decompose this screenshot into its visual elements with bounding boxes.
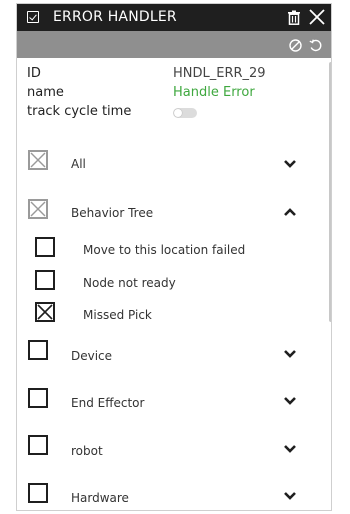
sub-label-missed-pick: Missed Pick	[83, 308, 152, 322]
category-label-device: Device	[71, 349, 113, 363]
chevron-down-icon[interactable]	[283, 159, 297, 169]
cross-mark-icon	[30, 152, 46, 168]
chevron-down-icon[interactable]	[283, 491, 297, 501]
panel-toolbar	[17, 31, 331, 58]
cross-mark-icon	[30, 201, 46, 217]
cross-mark-icon	[37, 304, 53, 320]
panel-header: ERROR HANDLER	[17, 4, 331, 31]
category-label-all: All	[71, 157, 86, 171]
name-value[interactable]: Handle Error	[173, 85, 255, 100]
category-label-robot: robot	[71, 444, 103, 458]
name-label: name	[27, 85, 64, 100]
checkbox-behavior-tree[interactable]	[28, 199, 48, 219]
error-handler-panel: ERROR HANDLER ID HNDL_ERR_29 name Handle…	[16, 3, 332, 511]
checkbox-end-effector[interactable]	[28, 388, 48, 408]
checkbox-node-not-ready[interactable]	[35, 270, 55, 290]
chevron-down-icon[interactable]	[283, 349, 297, 359]
checkbox-device[interactable]	[28, 340, 48, 360]
checkbox-move-failed[interactable]	[35, 237, 55, 257]
checkbox-hardware[interactable]	[28, 483, 48, 503]
chevron-down-icon[interactable]	[283, 396, 297, 406]
id-value: HNDL_ERR_29	[173, 66, 266, 81]
checkbox-all[interactable]	[28, 150, 48, 170]
chevron-down-icon[interactable]	[283, 444, 297, 454]
ban-icon[interactable]	[289, 39, 302, 52]
sub-label-node-not-ready: Node not ready	[83, 276, 176, 290]
id-label: ID	[27, 66, 41, 81]
category-label-end-effector: End Effector	[71, 396, 145, 410]
checkbox-missed-pick[interactable]	[35, 302, 55, 322]
panel-title: ERROR HANDLER	[53, 9, 177, 25]
close-icon[interactable]	[307, 7, 327, 27]
checkbox-robot[interactable]	[28, 435, 48, 455]
category-label-behavior-tree: Behavior Tree	[71, 206, 154, 220]
chevron-up-icon[interactable]	[283, 207, 297, 217]
scrollbar[interactable]	[329, 62, 331, 322]
track-cycle-time-label: track cycle time	[27, 104, 132, 119]
checkbox-icon[interactable]	[27, 11, 39, 23]
category-label-hardware: Hardware	[71, 491, 129, 505]
reset-icon[interactable]	[309, 39, 322, 52]
track-cycle-time-toggle[interactable]	[173, 108, 197, 118]
trash-icon[interactable]	[287, 10, 301, 25]
sub-label-move-failed: Move to this location failed	[83, 243, 246, 257]
